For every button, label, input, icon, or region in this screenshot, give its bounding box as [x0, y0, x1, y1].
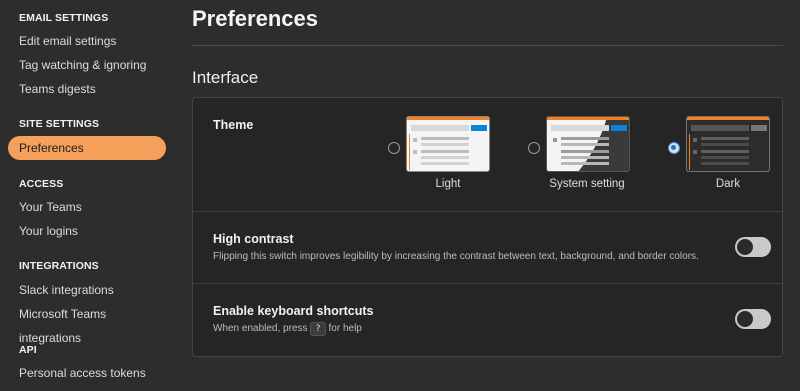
high-contrast-label: High contrast: [213, 232, 294, 246]
theme-radio-light[interactable]: [388, 142, 400, 154]
theme-option-system[interactable]: System setting: [528, 114, 638, 194]
light-theme-preview[interactable]: [406, 116, 490, 172]
sidebar-item-edit-email-settings[interactable]: Edit email settings: [8, 29, 166, 53]
section-title-interface: Interface: [192, 68, 259, 87]
page-title: Preferences: [192, 6, 318, 31]
sidebar-item-teams-digests[interactable]: Teams digests: [8, 77, 166, 101]
sidebar-item-tag-watching[interactable]: Tag watching & ignoring: [8, 53, 166, 77]
system-theme-preview[interactable]: [546, 116, 630, 172]
theme-option-light[interactable]: Light: [388, 114, 498, 194]
section-email-settings: EMAIL SETTINGS: [19, 12, 109, 24]
row-divider: [193, 283, 782, 284]
system-preview-graphic: [547, 117, 629, 171]
keyboard-shortcuts-desc-before: When enabled, press: [213, 323, 308, 334]
keyboard-shortcuts-desc-after: for help: [328, 323, 362, 334]
sidebar-item-microsoft-teams-integrations[interactable]: Microsoft Teams integrations: [8, 302, 166, 345]
sidebar-item-your-logins[interactable]: Your logins: [8, 219, 166, 243]
theme-option-light-label: Light: [435, 178, 461, 190]
keyboard-shortcuts-label: Enable keyboard shortcuts: [213, 304, 374, 318]
row-divider: [193, 211, 782, 212]
theme-label: Theme: [213, 118, 254, 132]
keyboard-shortcuts-toggle[interactable]: [735, 309, 771, 329]
high-contrast-toggle[interactable]: [735, 237, 771, 257]
theme-option-dark-label: Dark: [715, 178, 741, 190]
light-preview-graphic: [407, 117, 489, 170]
keyboard-shortcuts-description: When enabled, press ? for help: [213, 322, 362, 336]
sidebar-item-personal-access-tokens[interactable]: Personal access tokens: [8, 361, 166, 385]
high-contrast-description: Flipping this switch improves legibility…: [213, 251, 699, 262]
theme-radio-system[interactable]: [528, 142, 540, 154]
sidebar: EMAIL SETTINGS Edit email settings Tag w…: [0, 0, 175, 391]
section-api: API: [19, 344, 37, 356]
help-key: ?: [310, 322, 326, 336]
section-access: ACCESS: [19, 178, 64, 190]
sidebar-item-preferences[interactable]: Preferences: [8, 136, 166, 160]
section-site-settings: SITE SETTINGS: [19, 118, 100, 130]
theme-radio-dark[interactable]: [668, 142, 680, 154]
toggle-knob: [737, 311, 753, 327]
title-divider: [192, 45, 783, 46]
section-integrations: INTEGRATIONS: [19, 260, 99, 272]
toggle-knob: [737, 239, 753, 255]
sidebar-item-slack-integrations[interactable]: Slack integrations: [8, 278, 166, 302]
theme-option-system-label: System setting: [549, 178, 625, 190]
interface-settings-panel: Theme Light System setting Dark High con…: [192, 97, 783, 357]
sidebar-item-your-teams[interactable]: Your Teams: [8, 195, 166, 219]
theme-option-dark[interactable]: Dark: [668, 114, 778, 194]
main-content: Preferences Interface Theme Light System…: [175, 0, 800, 391]
dark-preview-graphic: [687, 117, 769, 170]
dark-theme-preview[interactable]: [686, 116, 770, 172]
